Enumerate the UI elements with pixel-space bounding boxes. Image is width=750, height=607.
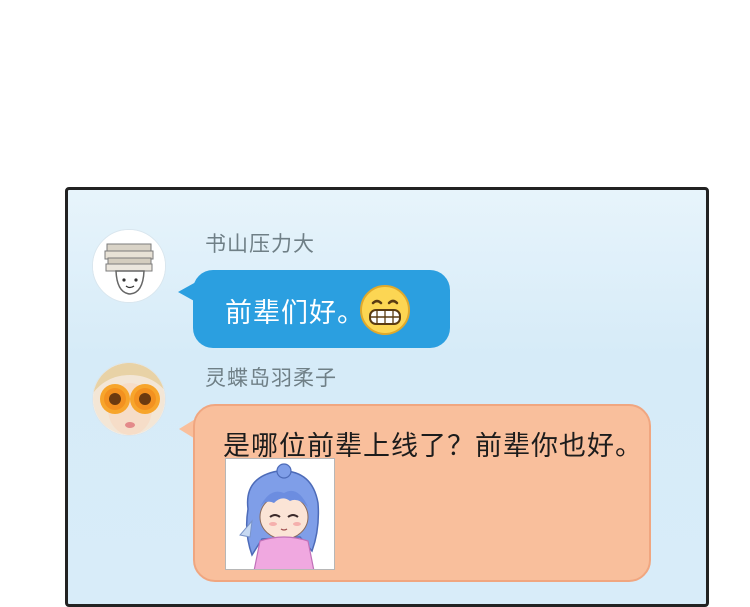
sender-name: 书山压力大 bbox=[205, 232, 315, 256]
message-bubble[interactable]: 前辈们好。 bbox=[193, 270, 450, 348]
sunflower-eyes-avatar-icon[interactable] bbox=[92, 362, 166, 436]
message-bubble[interactable]: 是哪位前辈上线了？前辈你也好。 bbox=[193, 404, 651, 582]
book-stack-avatar-icon[interactable] bbox=[92, 229, 166, 303]
sender-name: 灵蝶岛羽柔子 bbox=[205, 366, 337, 390]
grinning-face-emoji-icon bbox=[360, 285, 410, 335]
blue-haired-girl-sticker-icon[interactable] bbox=[225, 458, 335, 570]
message-text: 前辈们好。 bbox=[225, 298, 365, 329]
